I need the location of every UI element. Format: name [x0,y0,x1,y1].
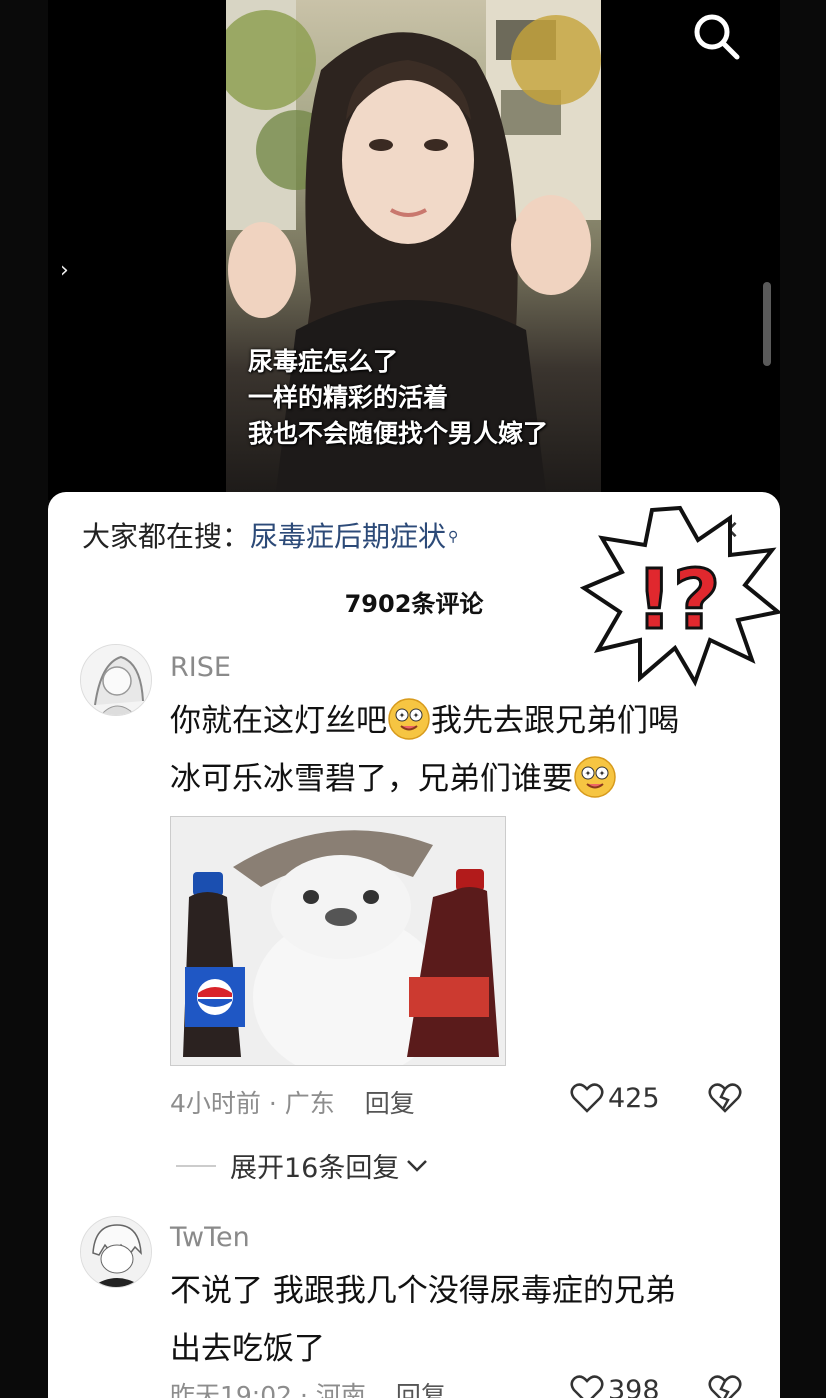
comment-text-part: 我先去跟兄弟们喝 [431,703,679,739]
search-suggestion-term[interactable]: 尿毒症后期症状 [250,520,446,553]
comment-text-line: 出去吃饭了 [170,1331,325,1367]
small-search-icon: ⚲ [448,529,459,545]
expand-replies-label: 展开16条回复 [230,1153,400,1184]
comment-meta: 昨天19:02 · 河南 回复 [170,1376,446,1398]
drooling-emoji-icon: ✦ ✦ [388,698,430,740]
anime-boy-avatar-image [81,1217,151,1287]
meme-image[interactable] [170,816,506,1066]
like-count: 425 [608,1082,660,1114]
heart-icon [570,1375,604,1398]
dislike-icon[interactable] [708,1374,742,1398]
anime-avatar-image [81,645,151,715]
reply-button[interactable]: 回复 [396,1381,446,1398]
comment-meta: 4小时前 · 广东 回复 [170,1084,415,1120]
avatar[interactable] [80,1216,152,1288]
search-suggestion-prefix: 大家都在搜： [82,520,251,553]
subtitle-line: 一样的精彩的活着 [248,383,449,412]
reply-button[interactable]: 回复 [365,1089,415,1118]
scrollbar-handle[interactable] [763,282,771,366]
like-button[interactable]: 425 [570,1082,660,1114]
like-count: 398 [608,1374,660,1398]
comment-text-line: 不说了 我跟我几个没得尿毒症的兄弟 [170,1273,676,1309]
video-subtitles: 尿毒症怎么了 一样的精彩的活着 我也不会随便找个男人嫁了 [248,344,588,452]
comment-time-location: 昨天19:02 · 河南 [170,1381,366,1398]
comment-time-location: 4小时前 · 广东 [170,1089,335,1118]
drooling-emoji-icon: ✦ ✦ [574,756,616,798]
comment-username[interactable]: TwTen [170,1222,250,1253]
subtitle-line: 尿毒症怎么了 [248,347,399,376]
svg-text:✦: ✦ [585,769,592,778]
avatar[interactable] [80,644,152,716]
comment-text-part: 你就在这灯丝吧 [170,703,387,739]
divider [176,1164,216,1167]
cat-with-soda-meme [171,817,505,1065]
subtitle-line: 我也不会随便找个男人嫁了 [248,419,549,448]
chevron-down-icon [407,1159,428,1172]
svg-text:✦: ✦ [413,711,420,720]
sticker-text: !? [636,553,721,648]
comment-sheet: 大家都在搜：尿毒症后期症状⚲ ✕ 7902条评论 !? RISE 你就在这灯丝吧… [48,492,780,1398]
like-button[interactable]: 398 [570,1374,660,1398]
search-icon [694,14,740,60]
dislike-icon[interactable] [708,1082,742,1114]
comment-text: 不说了 我跟我几个没得尿毒症的兄弟 出去吃饭了 [170,1262,770,1378]
svg-text:✦: ✦ [599,769,606,778]
comment-text-line: 冰可乐冰雪碧了，兄弟们谁要 [170,761,573,797]
comment-username[interactable]: RISE [170,652,231,683]
search-suggestion[interactable]: 大家都在搜：尿毒症后期症状 ⚲ [82,518,458,556]
svg-text:✦: ✦ [399,711,406,720]
chevron-right-icon[interactable]: › [60,258,69,283]
heart-icon [570,1083,604,1113]
search-button[interactable] [690,10,742,62]
exclamation-sticker: !? [580,505,780,687]
expand-replies-button[interactable]: 展开16条回复 [176,1146,429,1185]
comment-text: 你就在这灯丝吧 ✦ ✦ 我先去跟兄弟们喝 冰可乐冰雪碧了，兄弟们谁要 ✦ ✦ [170,692,750,808]
